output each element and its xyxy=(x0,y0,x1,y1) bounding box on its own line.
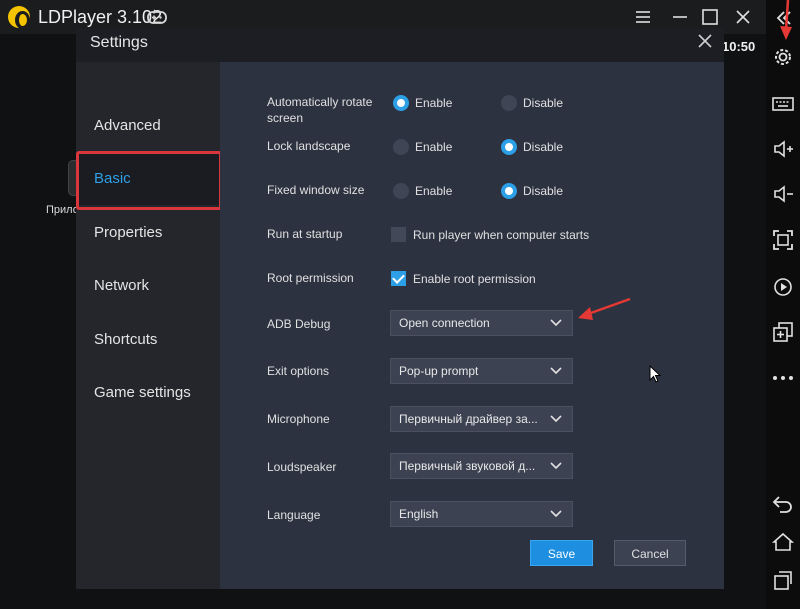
annotation-arrow-adb xyxy=(578,297,631,320)
auto-rotate-disable-text: Disable xyxy=(523,96,564,110)
status-clock: 10:50 xyxy=(722,39,756,54)
multi-instance-icon[interactable] xyxy=(771,320,795,344)
root-permission-label: Root permission xyxy=(267,271,354,285)
nav-game-settings[interactable]: Game settings xyxy=(76,367,220,419)
microphone-select[interactable]: Первичный драйвер за... xyxy=(390,406,573,432)
run-startup-text: Run player when computer starts xyxy=(413,228,590,242)
mouse-cursor-icon xyxy=(649,365,661,383)
dialog-title: Settings xyxy=(90,34,148,51)
language-value: English xyxy=(399,507,439,521)
loudspeaker-value: Первичный звуковой д... xyxy=(399,459,536,473)
nav-advanced[interactable]: Advanced xyxy=(76,100,220,152)
adb-debug-value: Open connection xyxy=(399,316,490,330)
close-window-icon[interactable] xyxy=(732,6,754,28)
chevron-down-icon xyxy=(550,510,562,518)
cancel-button[interactable]: Cancel xyxy=(614,540,686,566)
auto-rotate-disable-radio[interactable] xyxy=(501,95,517,111)
exit-options-select[interactable]: Pop-up prompt xyxy=(390,358,573,384)
fixed-window-label: Fixed window size xyxy=(267,183,365,197)
record-icon[interactable] xyxy=(771,275,795,299)
back-icon[interactable] xyxy=(771,492,795,516)
settings-nav: Advanced Basic Properties Network Shortc… xyxy=(76,62,220,589)
microphone-value: Первичный драйвер за... xyxy=(399,412,538,426)
ldplayer-logo-icon xyxy=(8,6,30,29)
lock-landscape-enable-radio[interactable] xyxy=(393,139,409,155)
maximize-icon[interactable] xyxy=(699,6,721,28)
annotation-arrow-gear xyxy=(780,0,792,40)
lock-landscape-enable-text: Enable xyxy=(415,140,453,154)
menu-icon[interactable] xyxy=(632,6,654,28)
save-button[interactable]: Save xyxy=(530,540,593,566)
more-icon[interactable] xyxy=(771,366,795,390)
home-icon[interactable] xyxy=(771,530,795,554)
chevron-down-icon xyxy=(550,415,562,423)
fullscreen-icon[interactable] xyxy=(771,228,795,252)
close-icon[interactable] xyxy=(696,32,714,50)
nav-properties[interactable]: Properties xyxy=(76,207,220,259)
volume-up-icon[interactable] xyxy=(771,137,795,161)
language-select[interactable]: English xyxy=(390,501,573,527)
auto-rotate-enable-text: Enable xyxy=(415,96,453,110)
run-startup-label: Run at startup xyxy=(267,227,343,241)
recent-apps-icon[interactable] xyxy=(771,568,795,592)
auto-rotate-enable-radio[interactable] xyxy=(393,95,409,111)
loudspeaker-label: Loudspeaker xyxy=(267,460,337,474)
run-startup-checkbox[interactable] xyxy=(391,227,406,242)
exit-options-value: Pop-up prompt xyxy=(399,364,479,378)
auto-rotate-label: Automatically rotate screen xyxy=(267,95,373,125)
adb-debug-select[interactable]: Open connection xyxy=(390,310,573,336)
fixed-window-enable-text: Enable xyxy=(415,184,453,198)
volume-down-icon[interactable] xyxy=(771,182,795,206)
nav-shortcuts[interactable]: Shortcuts xyxy=(76,314,220,366)
app-title: LDPlayer 3.102 xyxy=(38,7,163,27)
lock-landscape-label: Lock landscape xyxy=(267,139,351,153)
language-label: Language xyxy=(267,508,321,522)
fixed-window-disable-radio[interactable] xyxy=(501,183,517,199)
lock-landscape-disable-radio[interactable] xyxy=(501,139,517,155)
lock-landscape-disable-text: Disable xyxy=(523,140,564,154)
fixed-window-enable-radio[interactable] xyxy=(393,183,409,199)
root-permission-checkbox[interactable] xyxy=(391,271,406,286)
chevron-down-icon xyxy=(550,462,562,470)
chevron-down-icon xyxy=(550,319,562,327)
annotation-highlight-basic xyxy=(76,151,222,210)
minimize-icon[interactable] xyxy=(669,6,691,28)
gamepad-icon[interactable] xyxy=(147,9,167,25)
root-permission-text: Enable root permission xyxy=(413,272,536,286)
adb-debug-label: ADB Debug xyxy=(267,317,331,331)
right-toolbar xyxy=(766,0,800,609)
nav-network[interactable]: Network xyxy=(76,260,220,312)
microphone-label: Microphone xyxy=(267,412,330,426)
keyboard-icon[interactable] xyxy=(771,92,795,116)
exit-options-label: Exit options xyxy=(267,364,330,378)
fixed-window-disable-text: Disable xyxy=(523,184,564,198)
loudspeaker-select[interactable]: Первичный звуковой д... xyxy=(390,453,573,479)
dialog-header: Settings xyxy=(76,28,724,62)
background-app-label: Прило xyxy=(46,204,79,216)
chevron-down-icon xyxy=(550,367,562,375)
